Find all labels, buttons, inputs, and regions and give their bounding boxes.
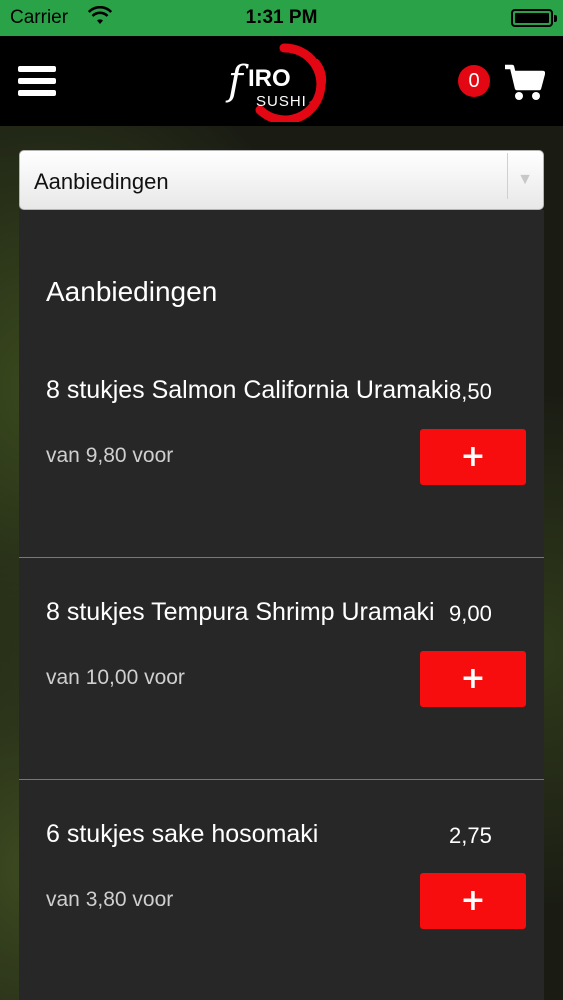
offer-price: 8,50 (449, 379, 492, 404)
offer-old-price: van 3,80 voor (46, 888, 174, 911)
list-item: 8 stukjes Tempura Shrimp Uramaki 9,00 va… (19, 558, 544, 780)
category-selected-value: Aanbiedingen (34, 169, 169, 194)
select-divider (507, 153, 508, 199)
offer-name: 8 stukjes Salmon California Uramaki (46, 376, 449, 404)
svg-text:IRO: IRO (248, 65, 291, 92)
cart-count-badge: 0 (458, 65, 490, 97)
app-header: f IRO SUSHI 0 (0, 36, 563, 126)
category-select[interactable]: Aanbiedingen ▼ (19, 150, 544, 210)
hamburger-menu-icon[interactable] (18, 66, 56, 96)
offers-panel: Aanbiedingen 8 stukjes Salmon California… (19, 210, 544, 1000)
list-item: 6 stukjes sake hosomaki 2,75 van 3,80 vo… (19, 780, 544, 1000)
svg-text:SUSHI: SUSHI (256, 93, 307, 110)
svg-text:f: f (225, 58, 249, 104)
status-time: 1:31 PM (245, 7, 318, 28)
offer-old-price: van 9,80 voor (46, 444, 174, 467)
add-to-cart-button[interactable]: + (420, 873, 526, 929)
shopping-cart-icon[interactable] (503, 62, 545, 102)
section-title: Aanbiedingen (46, 276, 218, 307)
hiro-sushi-logo: f IRO SUSHI (225, 43, 327, 122)
chevron-down-icon: ▼ (517, 171, 533, 188)
offer-name: 6 stukjes sake hosomaki (46, 820, 319, 848)
list-item: 8 stukjes Salmon California Uramaki 8,50… (19, 336, 544, 558)
offer-price: 2,75 (449, 823, 492, 848)
offer-name: 8 stukjes Tempura Shrimp Uramaki (46, 598, 435, 626)
add-to-cart-button[interactable]: + (420, 429, 526, 485)
offer-price: 9,00 (449, 601, 492, 626)
battery-icon (511, 9, 557, 27)
add-to-cart-button[interactable]: + (420, 651, 526, 707)
status-bar: Carrier 1:31 PM (0, 0, 563, 36)
offer-old-price: van 10,00 voor (46, 666, 185, 689)
